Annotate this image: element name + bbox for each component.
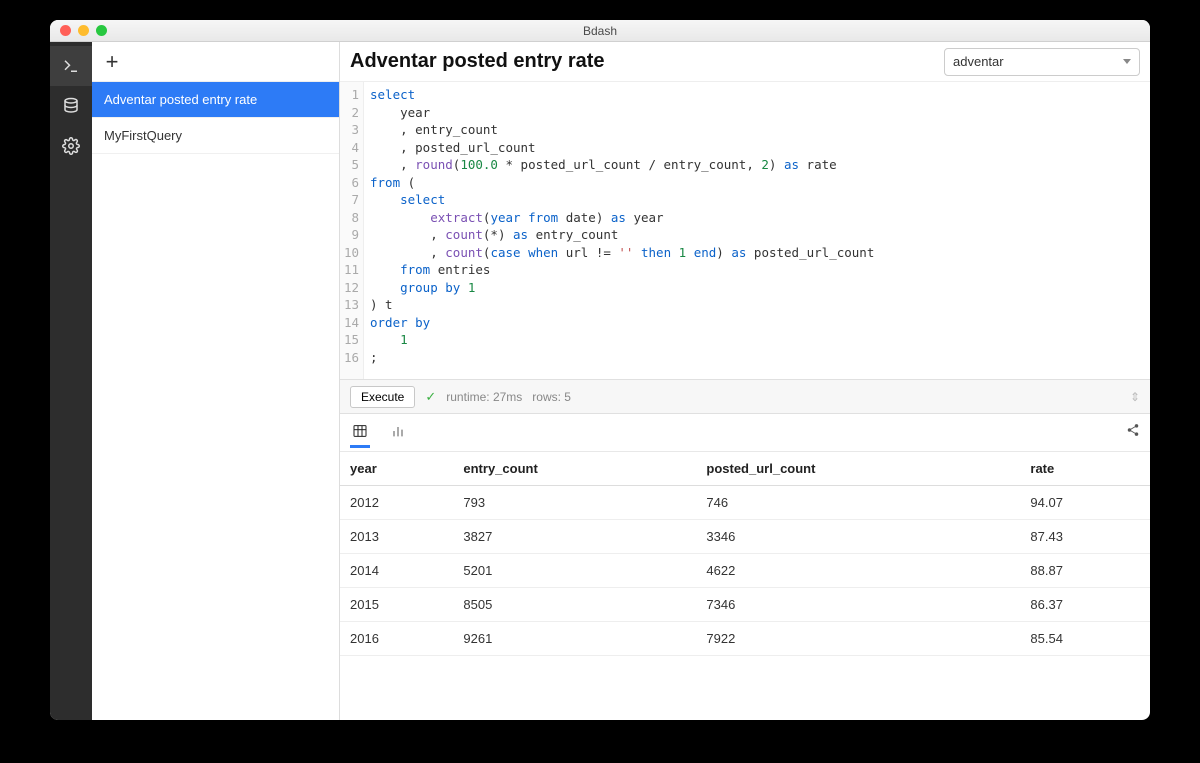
share-icon <box>1126 423 1140 437</box>
traffic-lights <box>50 25 107 36</box>
table-cell: 7922 <box>696 622 1020 656</box>
table-cell: 87.43 <box>1020 520 1150 554</box>
table-cell: 793 <box>453 486 696 520</box>
query-list-panel: + Adventar posted entry rateMyFirstQuery <box>92 42 340 720</box>
nav-datasources-icon[interactable] <box>50 86 92 126</box>
success-check-icon: ✓ <box>425 389 436 405</box>
editor-code[interactable]: select year , entry_count , posted_url_c… <box>364 82 1150 379</box>
table-cell: 746 <box>696 486 1020 520</box>
execute-button[interactable]: Execute <box>350 386 415 408</box>
window-minimize-button[interactable] <box>78 25 89 36</box>
results-table: yearentry_countposted_url_countrate 2012… <box>340 452 1150 656</box>
results-header-row: yearentry_countposted_url_countrate <box>340 452 1150 486</box>
main-header: Adventar posted entry rate adventar <box>340 42 1150 82</box>
window-title: Bdash <box>50 24 1150 38</box>
bar-chart-icon <box>390 423 406 439</box>
table-cell: 2016 <box>340 622 453 656</box>
main-panel: Adventar posted entry rate adventar 1234… <box>340 42 1150 720</box>
table-cell: 2015 <box>340 588 453 622</box>
tab-table[interactable] <box>350 418 370 448</box>
column-header[interactable]: rate <box>1020 452 1150 486</box>
table-cell: 2014 <box>340 554 453 588</box>
column-header[interactable]: posted_url_count <box>696 452 1020 486</box>
column-header[interactable]: year <box>340 452 453 486</box>
table-cell: 7346 <box>696 588 1020 622</box>
table-row[interactable]: 20145201462288.87 <box>340 554 1150 588</box>
runtime-label: runtime: 27ms <box>446 390 522 404</box>
editor-gutter: 12345678910111213141516 <box>340 82 364 379</box>
icon-sidebar <box>50 42 92 720</box>
table-cell: 5201 <box>453 554 696 588</box>
table-cell: 94.07 <box>1020 486 1150 520</box>
chevron-down-icon <box>1123 59 1131 64</box>
results-body: 201279374694.0720133827334687.4320145201… <box>340 486 1150 656</box>
table-row[interactable]: 20133827334687.43 <box>340 520 1150 554</box>
table-cell: 88.87 <box>1020 554 1150 588</box>
nav-queries-icon[interactable] <box>50 46 92 86</box>
datasource-select[interactable]: adventar <box>944 48 1140 76</box>
table-cell: 2012 <box>340 486 453 520</box>
tab-chart[interactable] <box>388 418 408 448</box>
table-row[interactable]: 201279374694.07 <box>340 486 1150 520</box>
window-zoom-button[interactable] <box>96 25 107 36</box>
datasource-selected-label: adventar <box>953 54 1004 69</box>
share-button[interactable] <box>1126 423 1140 442</box>
titlebar: Bdash <box>50 20 1150 42</box>
app-window: Bdash + Adventar posted entry rateMyFirs… <box>50 20 1150 720</box>
table-cell: 3827 <box>453 520 696 554</box>
table-icon <box>352 423 368 439</box>
table-cell: 8505 <box>453 588 696 622</box>
table-cell: 2013 <box>340 520 453 554</box>
new-query-button[interactable]: + <box>100 49 124 75</box>
column-header[interactable]: entry_count <box>453 452 696 486</box>
execute-bar: Execute ✓ runtime: 27ms rows: 5 ⇕ <box>340 380 1150 414</box>
table-cell: 9261 <box>453 622 696 656</box>
result-tabs <box>340 414 1150 452</box>
nav-settings-icon[interactable] <box>50 126 92 166</box>
table-row[interactable]: 20169261792285.54 <box>340 622 1150 656</box>
sql-editor[interactable]: 12345678910111213141516 select year , en… <box>340 82 1150 380</box>
query-list-header: + <box>92 42 339 82</box>
query-list-item[interactable]: Adventar posted entry rate <box>92 82 339 118</box>
query-title[interactable]: Adventar posted entry rate <box>350 50 944 73</box>
query-list-item[interactable]: MyFirstQuery <box>92 118 339 154</box>
table-cell: 4622 <box>696 554 1020 588</box>
table-cell: 85.54 <box>1020 622 1150 656</box>
table-row[interactable]: 20158505734686.37 <box>340 588 1150 622</box>
table-cell: 86.37 <box>1020 588 1150 622</box>
rows-label: rows: 5 <box>532 390 571 404</box>
resize-handle-icon[interactable]: ⇕ <box>1130 390 1140 404</box>
window-close-button[interactable] <box>60 25 71 36</box>
table-cell: 3346 <box>696 520 1020 554</box>
